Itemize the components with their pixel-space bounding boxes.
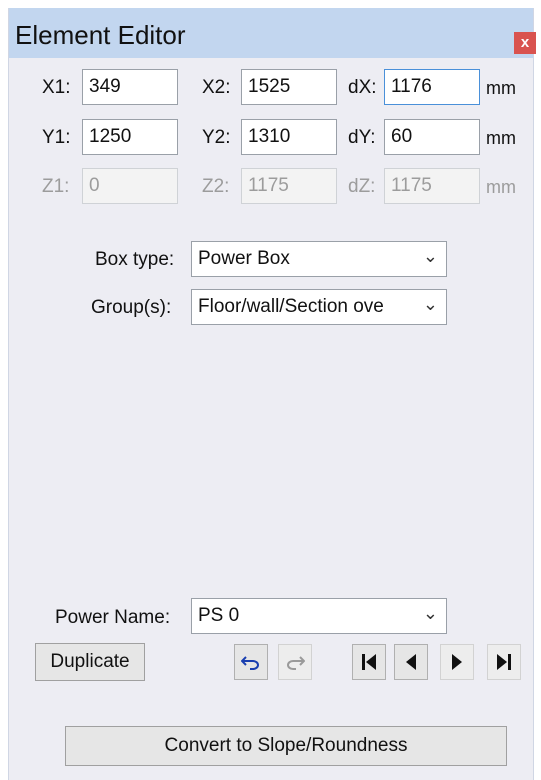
chevron-down-icon: ⌄ — [422, 294, 438, 314]
next-button[interactable] — [440, 644, 474, 680]
chevron-down-icon: ⌄ — [422, 246, 438, 266]
y2-label: Y2: — [202, 127, 231, 148]
dx-input[interactable] — [384, 69, 480, 105]
redo-button[interactable] — [278, 644, 312, 680]
power-name-select[interactable]: PS 0 ⌄ — [191, 598, 447, 634]
chevron-down-icon: ⌄ — [422, 603, 438, 623]
dy-unit: mm — [486, 128, 516, 148]
groups-select[interactable]: Floor/wall/Section ove ⌄ — [191, 289, 447, 325]
dx-unit: mm — [486, 78, 516, 98]
box-type-select[interactable]: Power Box ⌄ — [191, 241, 447, 277]
x2-label: X2: — [202, 77, 231, 98]
power-name-value: PS 0 — [198, 605, 240, 626]
groups-value: Floor/wall/Section ove — [198, 296, 384, 317]
box-type-value: Power Box — [198, 248, 290, 269]
y2-input[interactable] — [241, 119, 337, 155]
first-icon — [362, 654, 376, 670]
dy-input[interactable] — [384, 119, 480, 155]
window-title: Element Editor — [15, 20, 186, 50]
dx-label: dX: — [348, 77, 377, 98]
z1-label: Z1: — [42, 176, 70, 197]
close-button[interactable]: x — [514, 32, 536, 54]
z1-input — [82, 168, 178, 204]
groups-label: Group(s): — [91, 297, 172, 318]
dz-unit: mm — [486, 177, 516, 197]
box-type-label: Box type: — [95, 249, 175, 270]
previous-button[interactable] — [394, 644, 428, 680]
y1-input[interactable] — [82, 119, 178, 155]
redo-icon — [287, 656, 305, 670]
z2-input — [241, 168, 337, 204]
element-editor-window: Element Editor x X1: X2: dX: mm Y1: Y2: … — [8, 8, 536, 780]
dz-input — [384, 168, 480, 204]
dz-label: dZ: — [348, 176, 376, 197]
z2-label: Z2: — [202, 176, 230, 197]
x2-input[interactable] — [241, 69, 337, 105]
duplicate-button[interactable]: Duplicate — [35, 643, 145, 681]
next-icon — [452, 654, 462, 670]
undo-icon — [241, 656, 259, 670]
previous-icon — [406, 654, 416, 670]
first-button[interactable] — [352, 644, 386, 680]
last-icon — [497, 654, 511, 670]
title-bar: Element Editor x — [9, 8, 536, 58]
undo-button[interactable] — [234, 644, 268, 680]
x1-input[interactable] — [82, 69, 178, 105]
last-button[interactable] — [487, 644, 521, 680]
x1-label: X1: — [42, 77, 71, 98]
y1-label: Y1: — [42, 127, 71, 148]
convert-button[interactable]: Convert to Slope/Roundness — [65, 726, 507, 766]
dy-label: dY: — [348, 127, 376, 148]
power-name-label: Power Name: — [55, 607, 171, 628]
